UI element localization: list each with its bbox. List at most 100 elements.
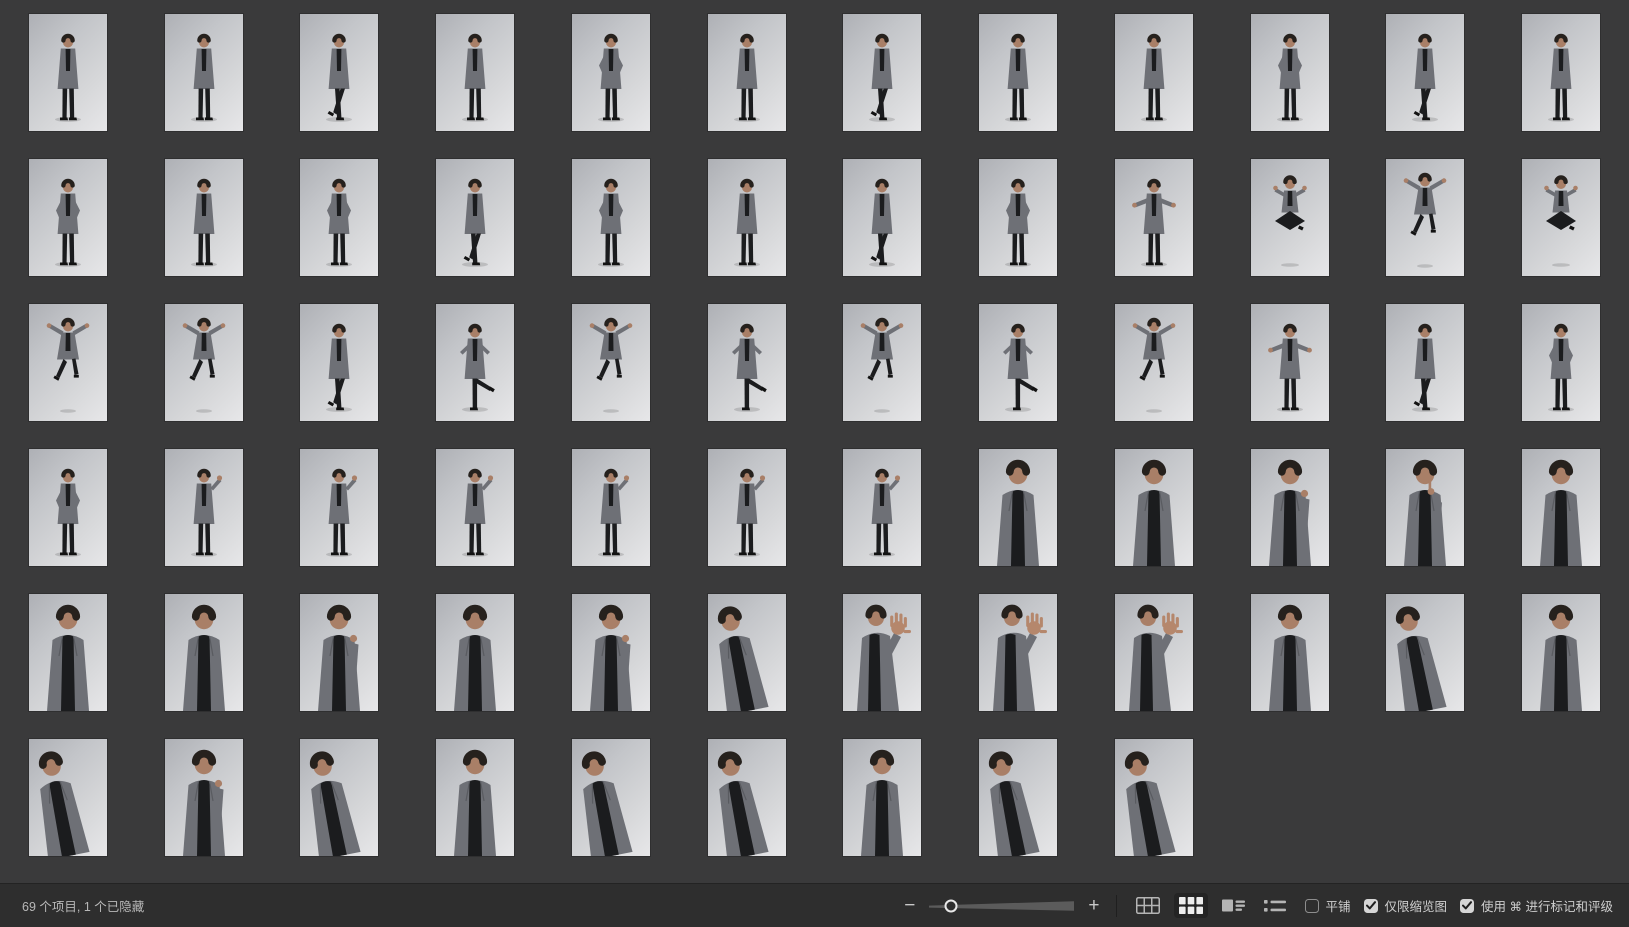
photo-thumbnail[interactable] — [300, 304, 378, 421]
photo-thumbnail[interactable] — [1115, 594, 1193, 711]
toggle-thumbnails-only[interactable]: 仅限缩览图 — [1364, 896, 1448, 915]
photo-thumbnail[interactable] — [29, 449, 107, 566]
photo-thumbnail[interactable] — [29, 304, 107, 421]
photo-thumbnail[interactable] — [1115, 304, 1193, 421]
photo-thumbnail[interactable] — [1115, 449, 1193, 566]
photo-silhouette — [1386, 594, 1464, 711]
toggle-cmd-tag-rate[interactable]: 使用 ⌘ 进行标记和评级 — [1460, 896, 1613, 915]
photo-thumbnail[interactable] — [979, 159, 1057, 276]
photo-thumbnail[interactable] — [165, 449, 243, 566]
photo-thumbnail[interactable] — [572, 159, 650, 276]
photo-thumbnail[interactable] — [1115, 159, 1193, 276]
photo-silhouette — [29, 304, 107, 421]
photo-thumbnail[interactable] — [300, 159, 378, 276]
slider-knob[interactable] — [945, 899, 958, 912]
checkbox-checked-icon[interactable] — [1460, 899, 1474, 913]
photo-thumbnail[interactable] — [572, 594, 650, 711]
zoom-in-button[interactable]: + — [1086, 896, 1101, 915]
photo-thumbnail[interactable] — [708, 159, 786, 276]
photo-thumbnail[interactable] — [843, 14, 921, 131]
photo-thumbnail[interactable] — [1251, 594, 1329, 711]
photo-thumbnail[interactable] — [1251, 159, 1329, 276]
photo-thumbnail[interactable] — [1522, 14, 1600, 131]
photo-silhouette — [300, 739, 378, 856]
photo-thumbnail[interactable] — [979, 304, 1057, 421]
photo-thumbnail[interactable] — [843, 449, 921, 566]
photo-thumbnail[interactable] — [1522, 449, 1600, 566]
photo-thumbnail[interactable] — [1386, 14, 1464, 131]
list-view-button[interactable] — [1259, 895, 1291, 917]
photo-thumbnail[interactable] — [708, 739, 786, 856]
photo-thumbnail[interactable] — [843, 594, 921, 711]
photo-thumbnail[interactable] — [165, 159, 243, 276]
photo-thumbnail[interactable] — [979, 739, 1057, 856]
photo-thumbnail[interactable] — [165, 14, 243, 131]
photo-thumbnail[interactable] — [436, 449, 514, 566]
toggle-label: 使用 ⌘ 进行标记和评级 — [1481, 896, 1613, 915]
photo-thumbnail[interactable] — [572, 304, 650, 421]
photo-thumbnail[interactable] — [1115, 739, 1193, 856]
photo-silhouette — [29, 449, 107, 566]
photo-silhouette — [1386, 449, 1464, 566]
photo-thumbnail[interactable] — [29, 14, 107, 131]
grid-outline-icon — [1136, 897, 1160, 914]
photo-silhouette — [708, 304, 786, 421]
photo-thumbnail[interactable] — [572, 449, 650, 566]
photo-thumbnail[interactable] — [29, 739, 107, 856]
photo-thumbnail[interactable] — [708, 14, 786, 131]
photo-silhouette — [1386, 14, 1464, 131]
photo-thumbnail[interactable] — [572, 739, 650, 856]
photo-thumbnail[interactable] — [708, 304, 786, 421]
photo-thumbnail[interactable] — [979, 594, 1057, 711]
toggle-tile[interactable]: 平铺 — [1305, 896, 1351, 915]
photo-thumbnail[interactable] — [1251, 449, 1329, 566]
grid-outline-view-button[interactable] — [1131, 893, 1165, 918]
photo-thumbnail[interactable] — [843, 159, 921, 276]
photo-thumbnail[interactable] — [979, 14, 1057, 131]
photo-thumbnail[interactable] — [300, 739, 378, 856]
photo-thumbnail[interactable] — [1386, 449, 1464, 566]
photo-thumbnail[interactable] — [165, 739, 243, 856]
photo-silhouette — [979, 594, 1057, 711]
photo-thumbnail[interactable] — [1386, 304, 1464, 421]
photo-thumbnail[interactable] — [979, 449, 1057, 566]
photo-thumbnail[interactable] — [1522, 304, 1600, 421]
photo-thumbnail[interactable] — [1115, 14, 1193, 131]
photo-thumbnail[interactable] — [29, 159, 107, 276]
status-bar: 69 个项目, 1 个已隐藏 − + — [0, 883, 1629, 927]
photo-thumbnail[interactable] — [708, 449, 786, 566]
checkbox-unchecked-icon[interactable] — [1305, 899, 1319, 913]
photo-thumbnail[interactable] — [843, 739, 921, 856]
photo-thumbnail[interactable] — [436, 304, 514, 421]
photo-thumbnail[interactable] — [29, 594, 107, 711]
photo-silhouette — [300, 14, 378, 131]
photo-thumbnail[interactable] — [1386, 594, 1464, 711]
photo-thumbnail[interactable] — [436, 159, 514, 276]
photo-thumbnail[interactable] — [300, 594, 378, 711]
checkbox-checked-icon[interactable] — [1364, 899, 1378, 913]
photo-silhouette — [843, 594, 921, 711]
photo-thumbnail[interactable] — [436, 14, 514, 131]
photo-silhouette — [572, 449, 650, 566]
photo-thumbnail[interactable] — [300, 14, 378, 131]
photo-silhouette — [1386, 159, 1464, 276]
photo-silhouette — [1522, 14, 1600, 131]
photo-thumbnail[interactable] — [436, 739, 514, 856]
photo-thumbnail[interactable] — [165, 594, 243, 711]
photo-thumbnail[interactable] — [1251, 304, 1329, 421]
photo-thumbnail[interactable] — [708, 594, 786, 711]
photo-thumbnail[interactable] — [1522, 159, 1600, 276]
grid-thumbnails-view-button[interactable] — [1174, 893, 1208, 918]
photo-thumbnail[interactable] — [1386, 159, 1464, 276]
zoom-out-button[interactable]: − — [902, 896, 917, 915]
photo-thumbnail[interactable] — [572, 14, 650, 131]
thumbnail-list-view-button[interactable] — [1217, 894, 1250, 917]
photo-thumbnail[interactable] — [165, 304, 243, 421]
photo-thumbnail[interactable] — [300, 449, 378, 566]
photo-silhouette — [1251, 14, 1329, 131]
photo-thumbnail[interactable] — [1522, 594, 1600, 711]
photo-thumbnail[interactable] — [436, 594, 514, 711]
photo-thumbnail[interactable] — [1251, 14, 1329, 131]
thumbnail-size-slider[interactable] — [929, 896, 1074, 916]
photo-thumbnail[interactable] — [843, 304, 921, 421]
